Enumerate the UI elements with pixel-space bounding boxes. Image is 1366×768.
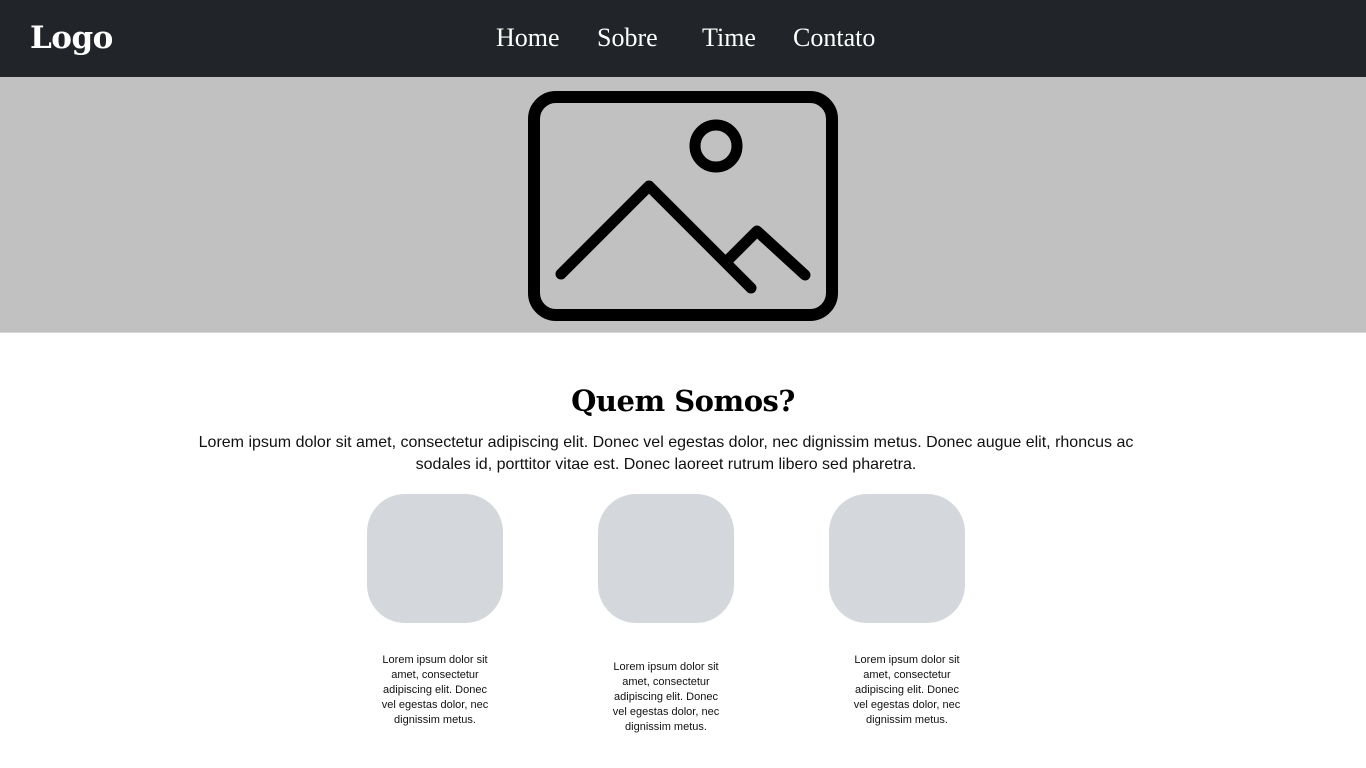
card-image-2 xyxy=(598,494,734,623)
image-placeholder-icon xyxy=(528,91,838,321)
card-image-3 xyxy=(829,494,965,623)
section-title: Quem Somos? xyxy=(571,384,795,418)
nav-link-contato[interactable]: Contato xyxy=(793,20,875,56)
card-text-1: Lorem ipsum dolor sit amet, consectetur … xyxy=(381,654,489,726)
card-text-2: Lorem ipsum dolor sit amet, consectetur … xyxy=(612,661,720,733)
logo[interactable]: Logo xyxy=(30,16,113,60)
navbar: Logo Home Sobre Time Contato xyxy=(0,0,1366,77)
hero-banner xyxy=(0,77,1366,333)
nav-link-time[interactable]: Time xyxy=(702,20,756,56)
nav-link-home[interactable]: Home xyxy=(496,20,560,56)
card-text-3: Lorem ipsum dolor sit amet, consectetur … xyxy=(853,654,961,726)
nav-link-sobre[interactable]: Sobre xyxy=(597,20,658,56)
card-image-1 xyxy=(367,494,503,623)
section-description: Lorem ipsum dolor sit amet, consectetur … xyxy=(198,434,1134,473)
